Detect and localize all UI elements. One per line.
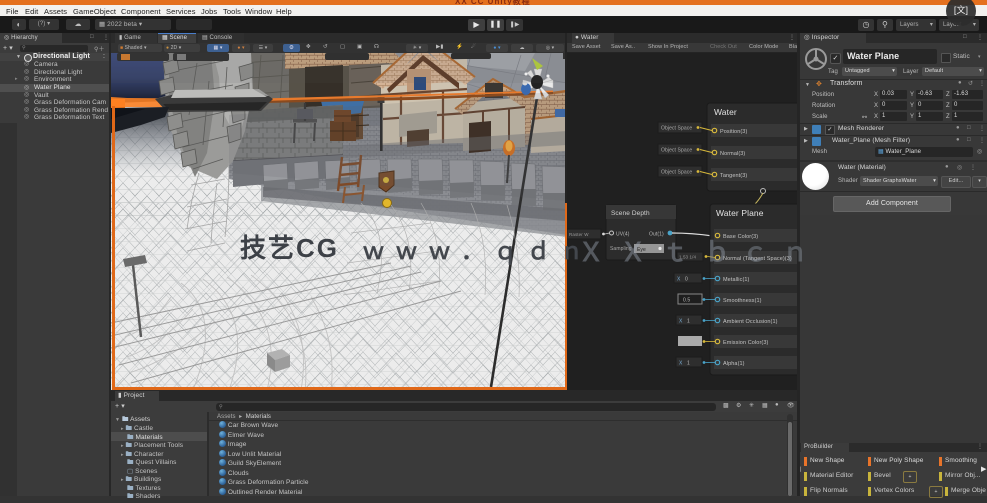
svg-text:Water: Water: [714, 107, 737, 117]
svg-text:Emission Color(3): Emission Color(3): [723, 340, 768, 346]
svg-text:Object Space: Object Space: [661, 126, 692, 132]
svg-text:0: 0: [685, 277, 688, 283]
svg-text:Scene Depth: Scene Depth: [611, 210, 650, 217]
svg-text:Alpha(1): Alpha(1): [723, 361, 745, 367]
svg-text:1: 1: [687, 361, 690, 367]
svg-text:X: X: [679, 319, 683, 325]
svg-text:Object Space: Object Space: [661, 170, 692, 176]
svg-text:X: X: [679, 361, 683, 367]
svg-text:Smoothness(1): Smoothness(1): [723, 298, 762, 304]
svg-text:1: 1: [687, 319, 690, 325]
svg-text:Position(3): Position(3): [720, 129, 747, 135]
svg-text:0.5: 0.5: [683, 298, 690, 304]
svg-text:X: X: [677, 277, 681, 283]
svg-text:Metallic(1): Metallic(1): [723, 277, 750, 283]
svg-text:Object Space: Object Space: [661, 148, 692, 154]
svg-text:Tangent(3): Tangent(3): [720, 173, 747, 179]
svg-text:Normal(3): Normal(3): [720, 151, 745, 157]
svg-text:Ambient Occlusion(1): Ambient Occlusion(1): [723, 319, 778, 325]
svg-text:Water Plane: Water Plane: [716, 208, 764, 218]
